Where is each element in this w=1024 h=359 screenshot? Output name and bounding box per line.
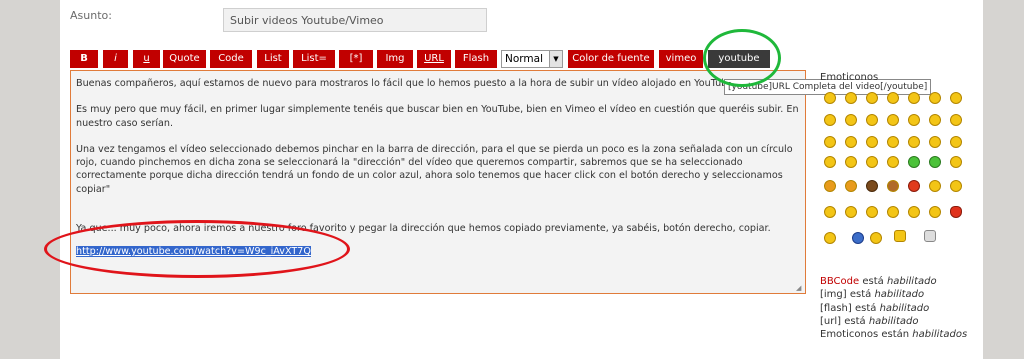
emoticon-icon[interactable]	[845, 156, 857, 168]
bbcode-link[interactable]: BBCode	[820, 276, 859, 287]
chevron-down-icon: ▼	[549, 51, 562, 67]
emoticon-icon[interactable]	[866, 114, 878, 126]
emoticon-icon[interactable]	[887, 92, 899, 104]
status-line: [url] está habilitado	[820, 315, 919, 327]
subject-input[interactable]: Subir videos Youtube/Vimeo	[223, 8, 487, 32]
emoticon-icon[interactable]	[908, 206, 920, 218]
status-line: [flash] está habilitado	[820, 302, 930, 314]
emoticon-icon[interactable]	[929, 206, 941, 218]
emoticon-icon[interactable]	[950, 114, 962, 126]
list-button[interactable]: List	[257, 50, 289, 68]
emoticon-icon[interactable]	[845, 206, 857, 218]
emoticon-icon[interactable]	[929, 156, 941, 168]
emoticon-icon[interactable]	[887, 180, 899, 192]
img-button[interactable]: Img	[377, 50, 413, 68]
red-highlight-circle	[44, 220, 350, 278]
emoticon-icon[interactable]	[950, 92, 962, 104]
heart-icon[interactable]	[950, 206, 962, 218]
emoticon-icon[interactable]	[950, 136, 962, 148]
emoticon-icon[interactable]	[824, 136, 836, 148]
status-line: Emoticonos están habilitados	[820, 329, 968, 341]
banana-icon[interactable]	[894, 230, 906, 242]
emoticon-icon[interactable]	[908, 136, 920, 148]
emoticon-icon[interactable]	[824, 156, 836, 168]
emoticon-icon[interactable]	[929, 114, 941, 126]
list-item-button[interactable]: [*]	[339, 50, 373, 68]
emoticon-icon[interactable]	[852, 232, 864, 244]
font-size-select[interactable]: Normal ▼	[501, 50, 563, 68]
emoticon-icon[interactable]	[887, 136, 899, 148]
emoticon-icon[interactable]	[824, 114, 836, 126]
emoticon-icon[interactable]	[845, 136, 857, 148]
emoticon-icon[interactable]	[929, 92, 941, 104]
url-button[interactable]: URL	[417, 50, 451, 68]
list-ordered-button[interactable]: List=	[293, 50, 335, 68]
emoticon-icon[interactable]	[824, 180, 836, 192]
underline-button[interactable]: u	[133, 50, 160, 68]
code-button[interactable]: Code	[210, 50, 252, 68]
emoticon-icon[interactable]	[824, 232, 836, 244]
emoticon-icon[interactable]	[887, 206, 899, 218]
emoticon-icon[interactable]	[929, 180, 941, 192]
emoticon-icon[interactable]	[866, 180, 878, 192]
emoticon-icon[interactable]	[870, 232, 882, 244]
subject-label: Asunto:	[70, 9, 112, 22]
emoticon-icon[interactable]	[950, 180, 962, 192]
emoticon-icon[interactable]	[887, 156, 899, 168]
font-color-button[interactable]: Color de fuente	[568, 50, 654, 68]
resize-grip-icon[interactable]: ◢	[796, 284, 804, 292]
emoticon-icon[interactable]	[950, 156, 962, 168]
green-highlight-circle	[703, 29, 781, 87]
paragraph-1: Buenas compañeros, aquí estamos de nuevo…	[76, 78, 743, 89]
vimeo-button[interactable]: vimeo	[659, 50, 703, 68]
status-line: BBCode está habilitado	[820, 276, 937, 287]
emoticon-icon[interactable]	[845, 180, 857, 192]
emoticon-icon[interactable]	[924, 230, 936, 242]
emoticon-icon[interactable]	[908, 114, 920, 126]
emoticon-icon[interactable]	[845, 114, 857, 126]
quote-button[interactable]: Quote	[163, 50, 206, 68]
flash-button[interactable]: Flash	[455, 50, 497, 68]
emoticons-title: Emoticonos	[820, 72, 879, 83]
posting-rules: BBCode está habilitado [img] está habili…	[820, 275, 967, 341]
emoticon-icon[interactable]	[866, 92, 878, 104]
emoticon-icon[interactable]	[908, 156, 920, 168]
emoticon-icon[interactable]	[908, 180, 920, 192]
emoticon-icon[interactable]	[908, 92, 920, 104]
paragraph-2: Es muy pero que muy fácil, en primer lug…	[76, 104, 799, 129]
font-size-value: Normal	[505, 53, 543, 65]
italic-button[interactable]: i	[103, 50, 128, 68]
emoticon-icon[interactable]	[887, 114, 899, 126]
emoticon-icon[interactable]	[866, 206, 878, 218]
status-line: [img] está habilitado	[820, 289, 925, 301]
emoticon-icon[interactable]	[845, 92, 857, 104]
emoticon-icon[interactable]	[824, 206, 836, 218]
emoticon-icon[interactable]	[929, 136, 941, 148]
bold-button[interactable]: B	[70, 50, 98, 68]
paragraph-3: Una vez tengamos el vídeo seleccionado d…	[76, 143, 793, 195]
emoticon-icon[interactable]	[866, 156, 878, 168]
emoticon-icon[interactable]	[866, 136, 878, 148]
emoticon-icon[interactable]	[824, 92, 836, 104]
